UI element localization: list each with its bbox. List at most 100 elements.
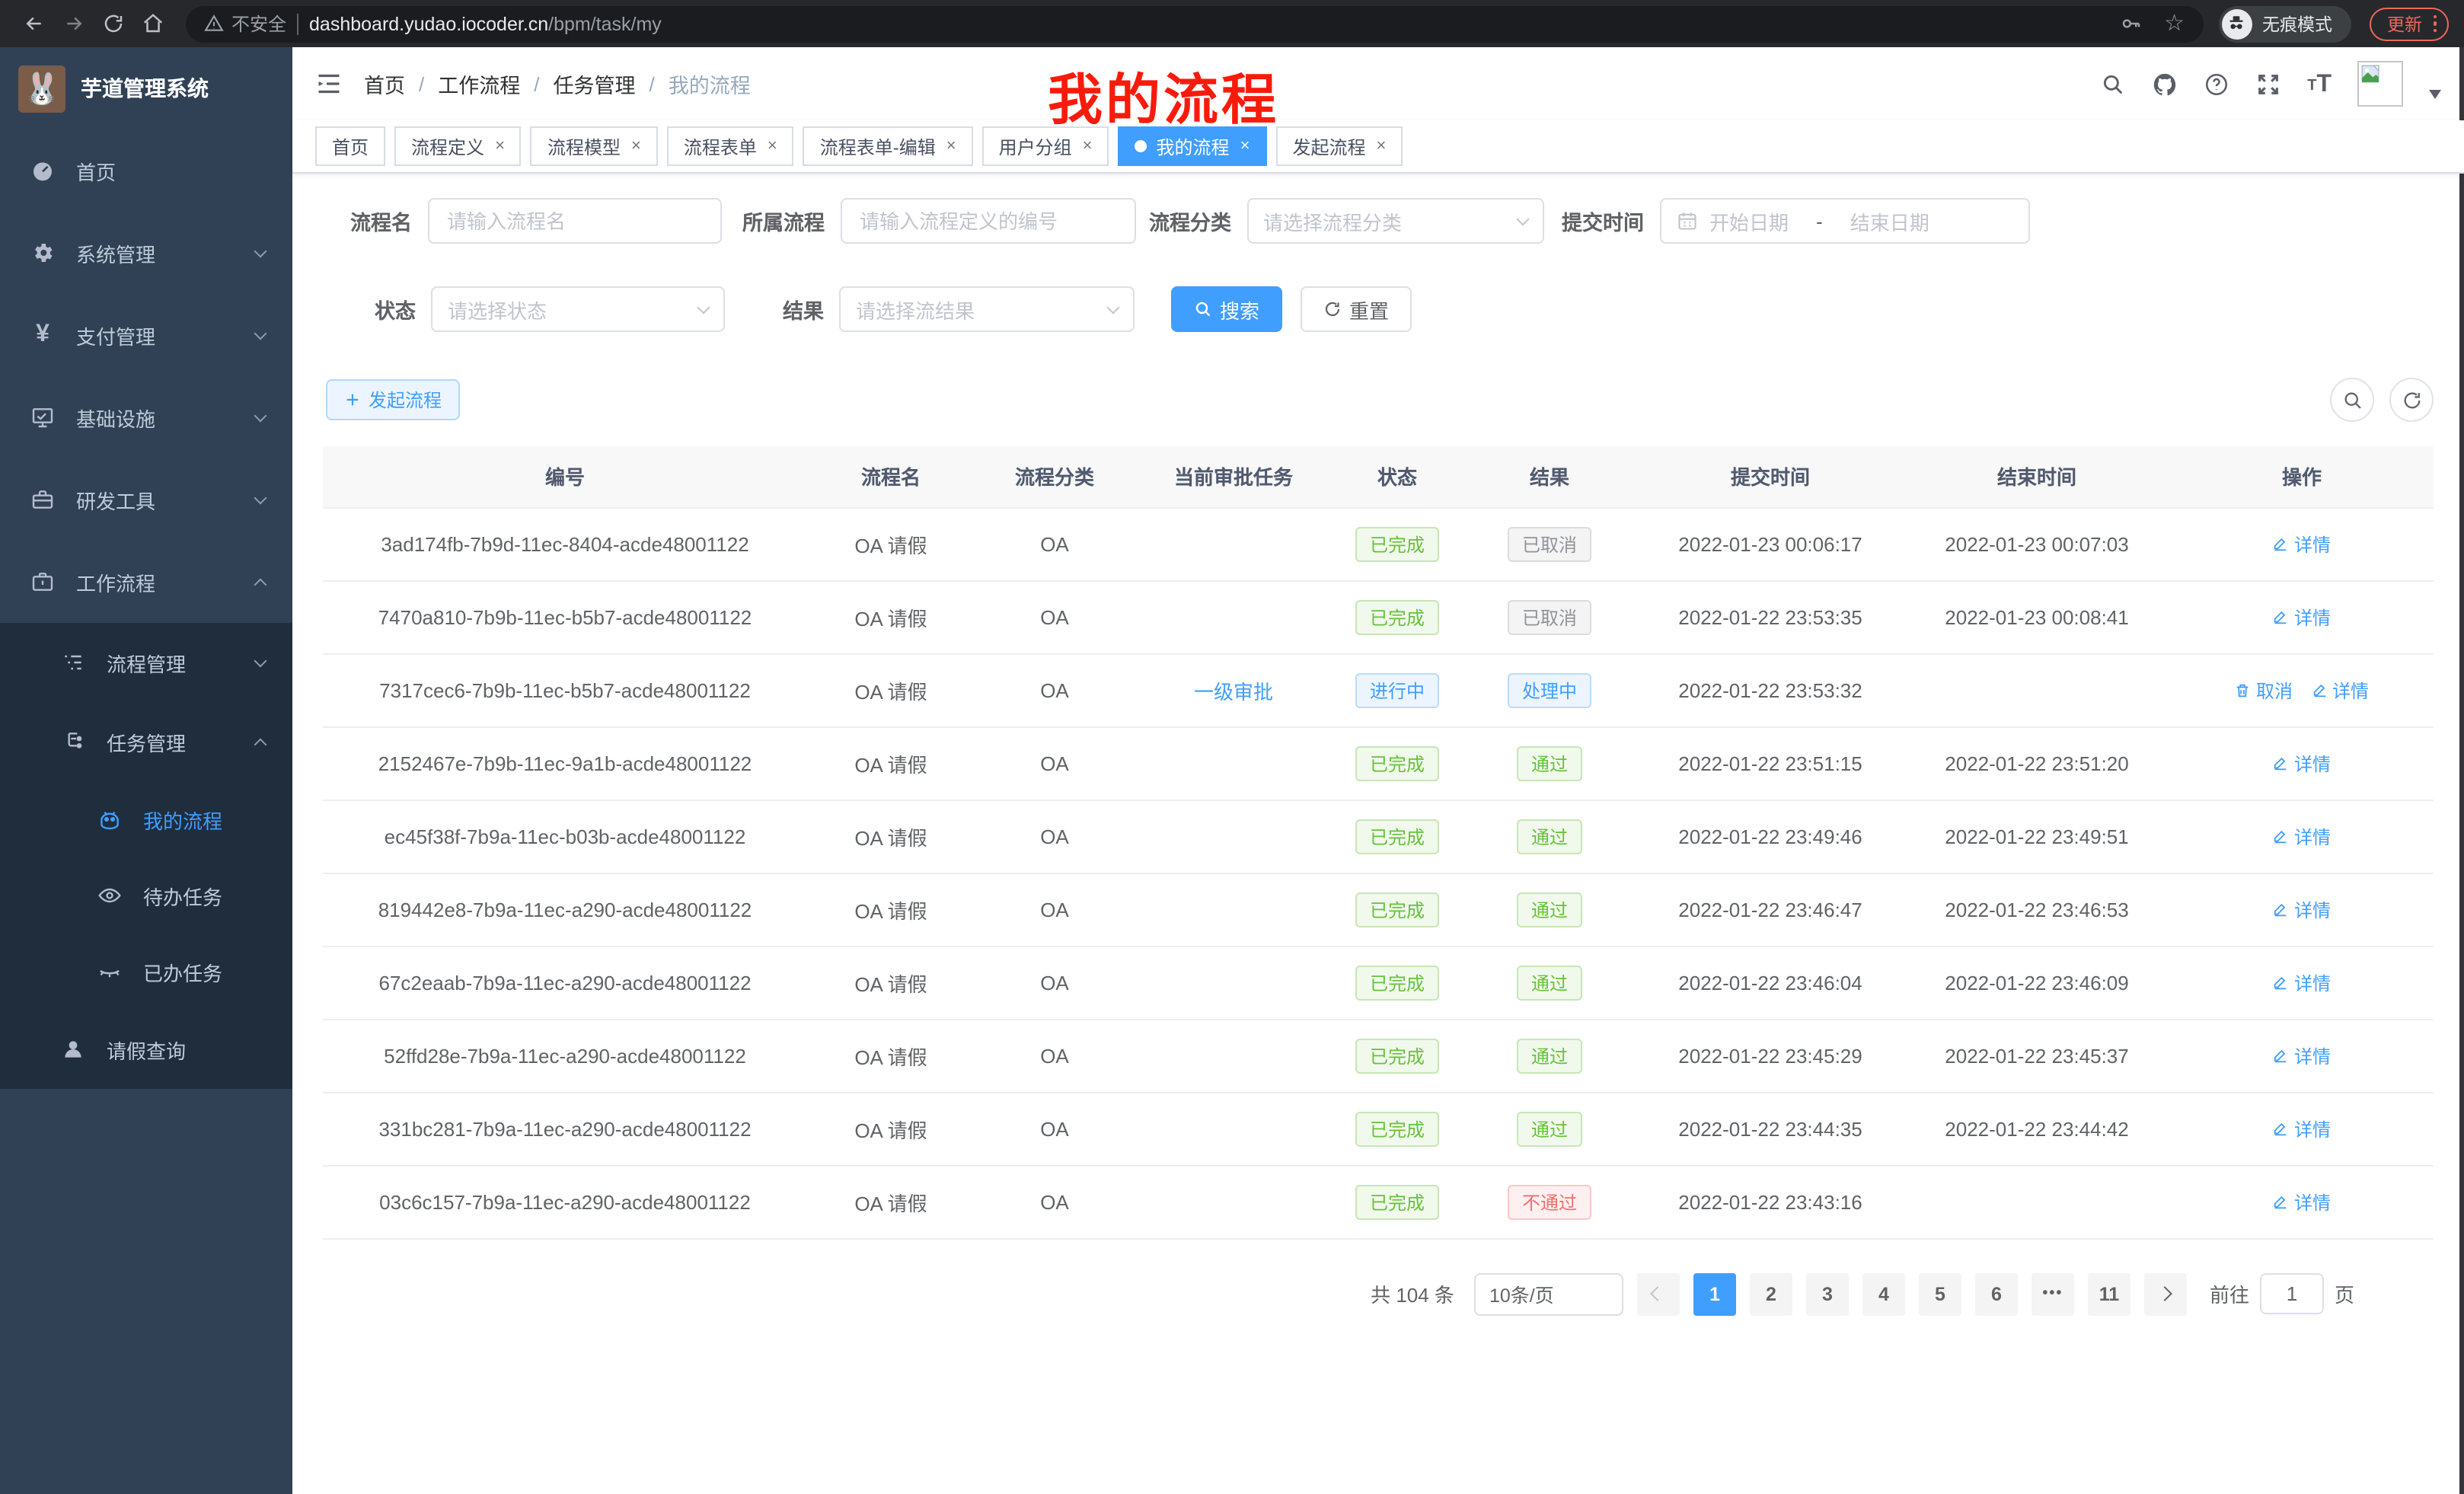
sidebar-item-process-mgmt[interactable]: 流程管理 (0, 623, 292, 702)
tab-process-definition[interactable]: 流程定义× (394, 126, 522, 166)
status-select[interactable]: 请选择状态 (431, 286, 725, 332)
sidebar-item-workflow[interactable]: 工作流程 (0, 541, 292, 623)
eye-closed-icon (97, 959, 122, 984)
breadcrumb-task-mgmt[interactable]: 任务管理 (554, 69, 636, 99)
security-warning[interactable]: 不安全 (204, 11, 286, 37)
sidebar-item-task-mgmt[interactable]: 任务管理 (0, 702, 292, 781)
start-process-button[interactable]: 发起流程 (326, 379, 460, 420)
avatar[interactable] (2357, 61, 2403, 107)
cell-name: OA 请假 (807, 1165, 975, 1238)
browser-reload-icon[interactable] (94, 5, 131, 42)
category-select[interactable]: 请选择流程分类 (1246, 198, 1543, 244)
address-bar[interactable]: 不安全 dashboard.yudao.iocoder.cn/bpm/task/… (186, 5, 2203, 42)
tab-process-form[interactable]: 流程表单× (667, 126, 794, 166)
fullscreen-icon[interactable] (2255, 71, 2281, 97)
browser-menu-icon[interactable] (2433, 15, 2437, 33)
submit-time-label: 提交时间 (1562, 206, 1644, 236)
close-icon[interactable]: × (631, 137, 641, 155)
breadcrumb-home[interactable]: 首页 (364, 69, 405, 99)
detail-action[interactable]: 详情 (2273, 823, 2331, 849)
sidebar-item-todo-tasks[interactable]: 待办任务 (0, 857, 292, 934)
page-size-select[interactable]: 10条/页 (1474, 1272, 1623, 1315)
sidebar-toggle-icon[interactable] (315, 70, 343, 97)
sidebar-item-devtools[interactable]: 研发工具 (0, 458, 292, 541)
key-icon[interactable] (2120, 12, 2143, 35)
col-task: 当前审批任务 (1135, 446, 1333, 507)
page-button-11[interactable]: 11 (2088, 1272, 2130, 1315)
detail-action[interactable]: 详情 (2311, 677, 2369, 703)
more-pages-button[interactable]: ••• (2032, 1272, 2074, 1315)
avatar-caret-icon[interactable] (2429, 90, 2441, 99)
parent-process-input[interactable] (857, 208, 1119, 234)
page-button-4[interactable]: 4 (1862, 1272, 1905, 1315)
prev-page-button[interactable] (1637, 1272, 1680, 1315)
cell-name: OA 请假 (807, 580, 975, 653)
page-button-6[interactable]: 6 (1975, 1272, 2018, 1315)
chevron-down-icon (254, 654, 267, 667)
detail-action[interactable]: 详情 (2273, 969, 2331, 995)
detail-action[interactable]: 详情 (2273, 750, 2331, 776)
show-search-button[interactable] (2330, 378, 2374, 422)
close-icon[interactable]: × (946, 137, 956, 155)
close-icon[interactable]: × (1240, 137, 1250, 155)
detail-action[interactable]: 详情 (2273, 896, 2331, 922)
page-button-1[interactable]: 1 (1693, 1272, 1736, 1315)
cell-name: OA 请假 (807, 800, 975, 873)
task-link[interactable]: 一级审批 (1194, 680, 1273, 703)
next-page-button[interactable] (2144, 1272, 2187, 1315)
close-icon[interactable]: × (768, 137, 777, 155)
page-button-5[interactable]: 5 (1919, 1272, 1961, 1315)
sidebar-item-leave-query[interactable]: 请假查询 (0, 1010, 292, 1089)
submit-time-range-picker[interactable]: 开始日期 - 结束日期 (1659, 198, 2029, 244)
font-size-icon[interactable]: TT (2307, 72, 2332, 95)
detail-action[interactable]: 详情 (2273, 1189, 2331, 1215)
browser-update-button[interactable]: 更新 (2369, 7, 2449, 40)
detail-action[interactable]: 详情 (2273, 1116, 2331, 1141)
close-icon[interactable]: × (1083, 137, 1093, 155)
cancel-action[interactable]: 取消 (2235, 677, 2293, 703)
process-name-input[interactable] (444, 208, 704, 234)
browser-back-icon[interactable] (15, 5, 52, 42)
calendar-icon (1676, 210, 1697, 231)
edit-icon (2273, 535, 2290, 552)
cell-actions: 详情 (2170, 1165, 2434, 1238)
cell-category: OA (975, 726, 1135, 800)
search-button[interactable]: 搜索 (1171, 286, 1282, 332)
page-button-3[interactable]: 3 (1806, 1272, 1849, 1315)
sidebar-item-payment[interactable]: ¥ 支付管理 (0, 294, 292, 376)
search-icon[interactable] (2100, 71, 2126, 97)
sidebar-item-home[interactable]: 首页 (0, 129, 292, 212)
sidebar-item-system[interactable]: 系统管理 (0, 212, 292, 294)
cell-actions: 详情 (2170, 726, 2434, 800)
detail-action[interactable]: 详情 (2273, 604, 2331, 630)
browser-home-icon[interactable] (134, 5, 171, 42)
bookmark-star-icon[interactable]: ☆ (2164, 12, 2185, 35)
browser-forward-icon[interactable] (55, 5, 91, 42)
close-icon[interactable]: × (495, 137, 505, 155)
cell-name: OA 请假 (807, 946, 975, 1019)
detail-action[interactable]: 详情 (2273, 531, 2331, 557)
chevron-down-icon (254, 491, 267, 504)
sidebar-item-infra[interactable]: 基础设施 (0, 376, 292, 458)
sidebar-item-my-process[interactable]: 我的流程 (0, 781, 292, 857)
page-button-2[interactable]: 2 (1750, 1272, 1792, 1315)
cell-category: OA (975, 800, 1135, 873)
github-icon[interactable] (2152, 71, 2178, 97)
reset-button[interactable]: 重置 (1301, 286, 1412, 332)
help-icon[interactable] (2204, 71, 2229, 97)
detail-action[interactable]: 详情 (2273, 1042, 2331, 1068)
app-logo[interactable]: 🐰 芋道管理系统 (0, 47, 292, 129)
close-icon[interactable]: × (1376, 137, 1386, 155)
table-toolbar: 发起流程 (323, 378, 2434, 422)
cell-actions: 详情 (2170, 800, 2434, 873)
tab-start-process[interactable]: 发起流程× (1275, 126, 1403, 166)
goto-page-input[interactable] (2260, 1273, 2324, 1314)
cell-id: 2152467e-7b9b-11ec-9a1b-acde48001122 (323, 726, 807, 800)
breadcrumb-workflow[interactable]: 工作流程 (438, 69, 520, 99)
tab-process-form-edit[interactable]: 流程表单-编辑× (803, 126, 973, 166)
refresh-table-button[interactable] (2389, 378, 2434, 422)
sidebar-item-done-tasks[interactable]: 已办任务 (0, 934, 292, 1010)
tab-process-model[interactable]: 流程模型× (531, 126, 658, 166)
tab-home[interactable]: 首页 (315, 126, 385, 166)
result-select[interactable]: 请选择流结果 (839, 286, 1135, 332)
